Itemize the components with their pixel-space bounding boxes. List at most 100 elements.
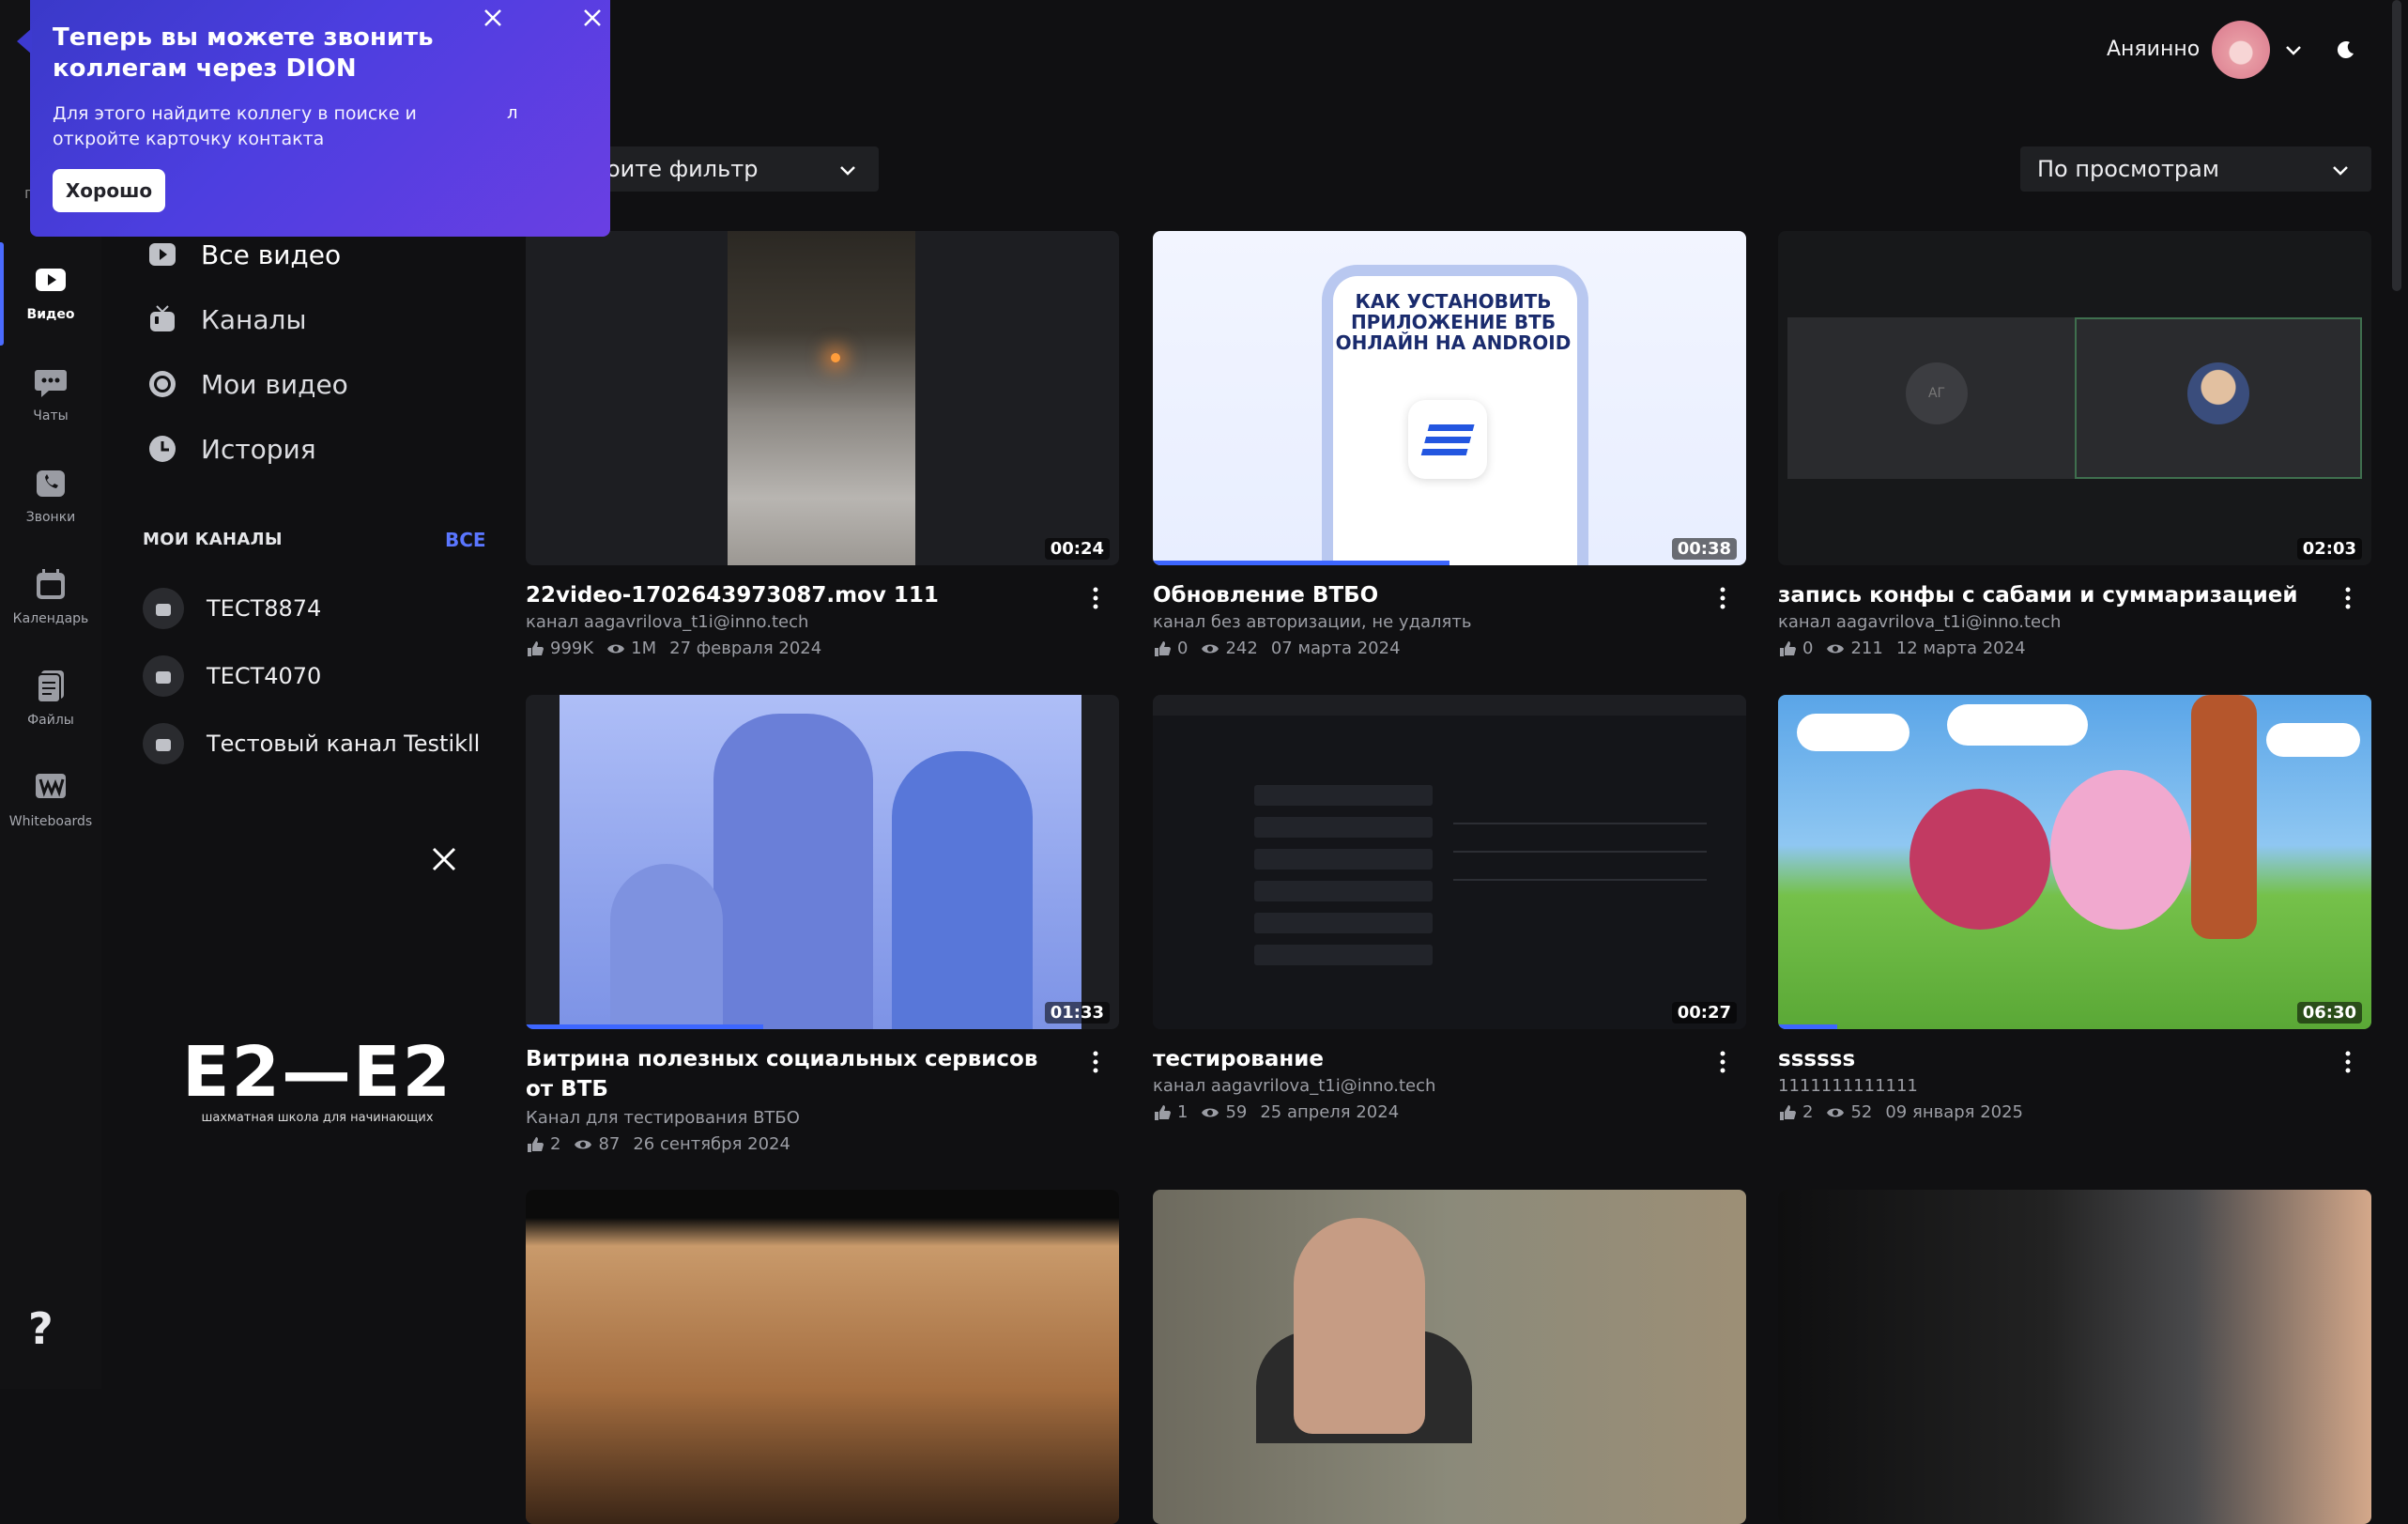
- video-thumbnail[interactable]: КАК УСТАНОВИТЬ ПРИЛОЖЕНИЕ ВТБ ОНЛАЙН НА …: [1153, 231, 1746, 565]
- thumbnail-figure: [713, 714, 873, 1029]
- thumbnail-app-bar: [1153, 695, 1746, 716]
- page-scrollbar[interactable]: [2392, 0, 2401, 291]
- watch-progress: [1778, 1024, 1838, 1029]
- video-title[interactable]: Витрина полезных социальных сервисов от …: [526, 1044, 1051, 1104]
- moon-icon[interactable]: [2336, 39, 2356, 60]
- rail-label-video: Видео: [26, 307, 75, 322]
- video-channel[interactable]: канал aagavrilova_t1i@inno.tech: [1778, 612, 2061, 632]
- channel-avatar: [143, 655, 184, 697]
- video-thumbnail[interactable]: 02:03: [1778, 231, 2371, 565]
- video-stats: 999K 1M 27 февраля 2024: [526, 639, 821, 658]
- video-date: 09 января 2025: [1885, 1102, 2024, 1122]
- video-channel[interactable]: канал aagavrilova_t1i@inno.tech: [1153, 1076, 1435, 1096]
- video-thumbnail[interactable]: 00:24: [526, 231, 1119, 565]
- video-thumbnail[interactable]: [526, 1190, 1119, 1524]
- popup-ok-button[interactable]: Хорошо: [53, 169, 165, 212]
- video-thumbnail[interactable]: [1153, 1190, 1746, 1524]
- more-vertical-icon[interactable]: [2343, 1048, 2353, 1076]
- user-name[interactable]: Аняинно: [2107, 38, 2200, 61]
- video-date: 07 марта 2024: [1270, 639, 1401, 658]
- video-card[interactable]: [1153, 1190, 1746, 1524]
- rail-item-files[interactable]: Файлы: [0, 654, 101, 747]
- video-title[interactable]: Обновление ВТБО: [1153, 580, 1679, 610]
- video-views: 1M: [631, 639, 657, 658]
- thumbnail-cloud: [1797, 714, 1910, 751]
- my-channels-title: МОИ КАНАЛЫ: [143, 530, 283, 549]
- nav-label-channels: Каналы: [201, 303, 307, 335]
- eye-icon: [1202, 644, 1219, 653]
- close-icon[interactable]: [479, 4, 507, 32]
- thumbnail-divider: [1453, 851, 1707, 853]
- rail-item-calendar[interactable]: Календарь: [0, 552, 101, 646]
- help-button[interactable]: ?: [28, 1303, 54, 1354]
- video-stats: 2 52 09 января 2025: [1778, 1102, 2023, 1122]
- channel-item[interactable]: ТЕСТ4070: [143, 650, 321, 702]
- video-title[interactable]: тестирование: [1153, 1044, 1679, 1074]
- promo-banner[interactable]: E2—E2 шахматная школа для начинающих: [176, 1038, 458, 1125]
- eye-icon: [1827, 1108, 1845, 1116]
- eye-icon: [607, 644, 625, 653]
- rail-item-whiteboards[interactable]: Whiteboards: [0, 755, 101, 849]
- video-views: 59: [1225, 1102, 1248, 1122]
- play-icon: [149, 243, 176, 266]
- tv-icon: [150, 305, 175, 331]
- video-title[interactable]: ssssss: [1778, 1044, 2304, 1074]
- chevron-down-icon[interactable]: [2283, 39, 2304, 60]
- video-stats: 0 242 07 марта 2024: [1153, 639, 1401, 658]
- more-vertical-icon[interactable]: [1091, 584, 1100, 612]
- thumbs-up-icon: [1155, 1104, 1171, 1120]
- video-title[interactable]: запись конфы с сабами и суммаризацией: [1778, 580, 2304, 610]
- video-thumbnail[interactable]: 00:27: [1153, 695, 1746, 1029]
- video-card[interactable]: 00:24 22video-1702643973087.mov 111 кана…: [526, 231, 1119, 658]
- video-channel[interactable]: канал без авторизации, не удалять: [1153, 612, 1471, 632]
- more-vertical-icon[interactable]: [1718, 584, 1727, 612]
- clock-icon: [149, 436, 176, 462]
- thumbnail-image: [1778, 1190, 2371, 1524]
- sort-select[interactable]: По просмотрам: [2020, 146, 2371, 192]
- nav-item-channels[interactable]: Каналы: [146, 296, 307, 343]
- dion-calls-popup: Теперь вы можете звонить коллегам через …: [17, 0, 610, 237]
- video-date: 12 марта 2024: [1895, 639, 2026, 658]
- thumbnail-tree: [2191, 695, 2257, 939]
- video-title[interactable]: 22video-1702643973087.mov 111: [526, 580, 1051, 610]
- channel-item[interactable]: Тестовый канал Testikll: [143, 717, 480, 770]
- video-channel[interactable]: Канал для тестирования ВТБО: [526, 1108, 800, 1128]
- watch-progress: [1153, 561, 1449, 565]
- video-card[interactable]: [1778, 1190, 2371, 1524]
- channel-avatar: [143, 723, 184, 764]
- more-vertical-icon[interactable]: [1718, 1048, 1727, 1076]
- video-card[interactable]: 06:30 ssssss 1111111111111 2 52 09 январ…: [1778, 695, 2371, 1122]
- video-channel[interactable]: канал aagavrilova_t1i@inno.tech: [526, 612, 808, 632]
- video-thumbnail[interactable]: 06:30: [1778, 695, 2371, 1029]
- video-thumbnail[interactable]: [1778, 1190, 2371, 1524]
- video-duration: 01:33: [1044, 1002, 1110, 1024]
- more-vertical-icon[interactable]: [1091, 1048, 1100, 1076]
- nav-item-history[interactable]: История: [146, 425, 316, 472]
- thumbnail-character: [1910, 789, 2050, 930]
- video-views: 211: [1850, 639, 1883, 658]
- more-vertical-icon[interactable]: [2343, 584, 2353, 612]
- nav-item-all-videos[interactable]: Все видео: [146, 231, 341, 278]
- channel-name: ТЕСТ4070: [207, 663, 322, 689]
- video-card[interactable]: [526, 1190, 1119, 1524]
- rail-item-video[interactable]: Видео: [0, 242, 101, 346]
- thumbnail-image: [526, 1190, 1119, 1524]
- video-card[interactable]: 02:03 запись конфы с сабами и суммаризац…: [1778, 231, 2371, 658]
- video-thumbnail[interactable]: 01:33: [526, 695, 1119, 1029]
- avatar[interactable]: [2212, 21, 2270, 79]
- nav-item-my-videos[interactable]: Мои видео: [146, 361, 348, 408]
- channel-item[interactable]: ТЕСТ8874: [143, 582, 321, 635]
- my-channels-all-link[interactable]: ВСЕ: [445, 529, 486, 551]
- nav-label-my-videos: Мои видео: [201, 368, 348, 400]
- video-card[interactable]: 00:27 тестирование канал aagavrilova_t1i…: [1153, 695, 1746, 1122]
- tv-icon: [156, 739, 171, 751]
- video-channel[interactable]: 1111111111111: [1778, 1076, 1918, 1096]
- video-card[interactable]: КАК УСТАНОВИТЬ ПРИЛОЖЕНИЕ ВТБ ОНЛАЙН НА …: [1153, 231, 1746, 658]
- thumbnail-divider: [1453, 879, 1707, 881]
- thumbnail-list-row: [1254, 913, 1433, 933]
- rail-item-chats[interactable]: Чаты: [0, 349, 101, 443]
- close-icon[interactable]: [578, 4, 606, 32]
- close-icon[interactable]: [428, 843, 460, 875]
- video-card[interactable]: 01:33 Витрина полезных социальных сервис…: [526, 695, 1119, 1154]
- rail-item-calls[interactable]: Звонки: [0, 451, 101, 545]
